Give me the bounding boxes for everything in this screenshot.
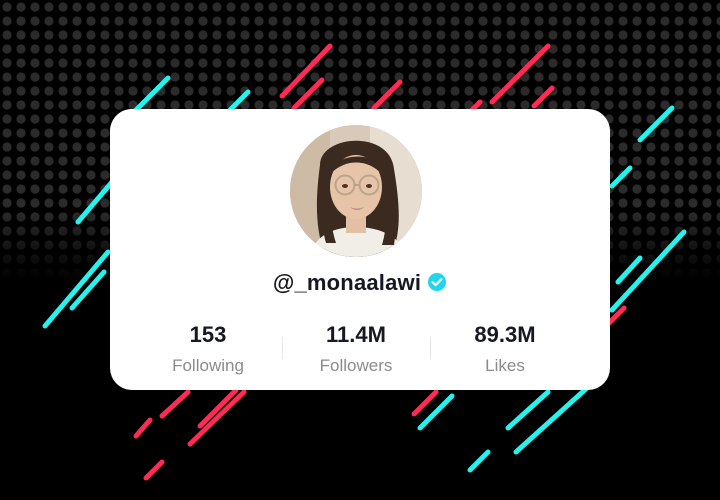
followers-label: Followers [319, 356, 393, 375]
verified-badge-icon [427, 272, 447, 292]
profile-card: @_monaalawi 153 Following 11.4M Follower… [110, 109, 610, 390]
username-row: @_monaalawi [110, 269, 610, 296]
stat-followers[interactable]: 11.4M Followers [281, 322, 431, 376]
stat-following[interactable]: 153 Following [133, 322, 283, 376]
stat-likes[interactable]: 89.3M Likes [430, 322, 580, 376]
following-label: Following [172, 356, 244, 375]
likes-count: 89.3M [474, 322, 536, 347]
likes-label: Likes [485, 356, 525, 375]
following-count: 153 [189, 322, 227, 347]
username[interactable]: @_monaalawi [273, 270, 421, 295]
followers-count: 11.4M [326, 322, 386, 347]
avatar-photo [290, 125, 422, 257]
profile-avatar[interactable] [290, 125, 422, 257]
